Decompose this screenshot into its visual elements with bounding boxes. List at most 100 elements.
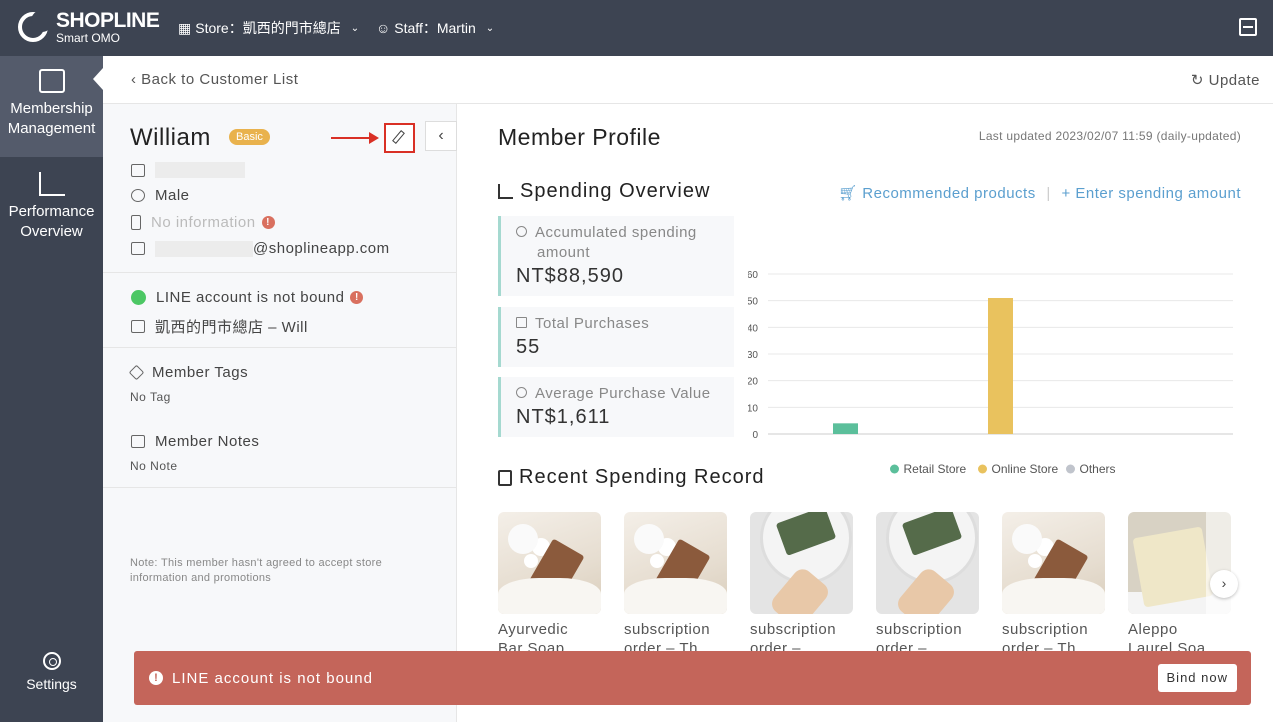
member-info-panel: William Basic ‹ Male No information ! @s… [103,104,457,722]
product-name: subscription order – [750,620,853,654]
product-card[interactable]: subscription order – Th [624,512,727,654]
update-label: Update [1208,72,1260,89]
store-selector[interactable]: ▦ Store：凱西的門市總店 ⌄ [178,18,359,38]
sidebar-item-settings[interactable]: Settings [0,652,103,692]
last-updated: Last updated 2023/02/07 11:59 (daily-upd… [978,129,1241,143]
active-indicator [93,68,103,90]
cart-icon: 🛒︎ [838,185,858,202]
scan-icon[interactable] [1239,18,1257,36]
update-button[interactable]: ↻ Update [1191,71,1260,89]
annotation-arrow [331,137,371,139]
line-icon [131,290,146,305]
stat-label-line: amount [537,244,591,261]
store-icon [131,320,145,333]
pencil-icon [392,130,405,144]
gear-icon [42,652,61,670]
product-image [750,512,853,614]
y-tick-label: 10 [748,403,758,414]
edit-member-button[interactable] [384,123,415,153]
stat-label-line: Accumulated spending [535,224,697,241]
image-detail [634,524,664,554]
product-card[interactable]: subscription order – [876,512,979,654]
stat-card-accumulated: Accumulated spending amount NT$88,590 [498,216,734,296]
product-name: subscription order – Th [624,620,727,654]
product-image [1002,512,1105,614]
annotation-arrow-head [369,132,379,144]
member-profile-panel: Member Profile Last updated 2023/02/07 1… [458,104,1273,722]
product-card[interactable]: subscription order – [750,512,853,654]
product-image [498,512,601,614]
sidebar: Membership Management Performance Overvi… [0,56,103,722]
sidebar-item-performance[interactable]: Performance Overview [0,157,103,258]
carousel-next-button[interactable]: › [1210,570,1238,598]
legend-label: Online Store [992,462,1059,476]
chevron-left-icon: ‹ [438,127,444,144]
product-name-line: subscription [876,621,963,638]
email-row: @shoplineapp.com [131,240,390,257]
staff-label: Staff：Martin [394,20,476,36]
y-tick-label: 60 [748,270,758,281]
member-notes-value: No Note [130,459,178,473]
chart-icon [498,184,513,199]
product-card[interactable]: subscription order – Th [1002,512,1105,654]
product-name: Ayurvedic Bar Soap [498,620,601,654]
store-icon: ▦ [178,19,192,36]
gender-row: Male [131,187,190,204]
logo-text: SHOPLINE [56,9,160,32]
product-image [624,512,727,614]
tag-icon [128,364,145,381]
product-name: subscription order – [876,620,979,654]
gender-value: Male [155,187,190,204]
spending-overview-title: Spending Overview [498,180,710,203]
product-card[interactable]: Ayurvedic Bar Soap [498,512,601,654]
collapse-panel-button[interactable]: ‹ [425,121,457,151]
store-staff-value: 凱西的門市總店 – Will [155,319,308,336]
bar-retail-store [833,423,858,434]
back-to-customer-list-link[interactable]: ‹ Back to Customer List [131,71,298,88]
recent-spending-label: Recent Spending Record [519,466,765,488]
legend-label: Others [1080,462,1116,476]
y-tick-label: 40 [748,323,758,334]
spending-chart: 0 10 20 30 40 50 60 Retail Store Online Store Oth… [747,262,1253,492]
chart-icon [38,172,65,196]
line-status-row: LINE account is not bound ! [131,289,364,306]
sidebar-item-membership[interactable]: Membership Management [0,56,103,157]
member-tags-label: Member Tags [152,364,249,381]
phone-value: No information [151,214,256,231]
stat-label-line: Average Purchase Value [535,385,711,402]
bar-online-store [988,298,1013,434]
sidebar-item-label: Overview [20,223,83,240]
stat-label: Total Purchases [516,314,649,334]
divider [103,347,457,348]
chevron-left-icon: ‹ [131,71,137,88]
line-status: LINE account is not bound [156,289,345,306]
staff-selector[interactable]: ☺ Staff：Martin ⌄ [376,18,494,38]
y-tick-label: 30 [748,350,758,361]
enter-spending-link[interactable]: + Enter spending amount [1061,185,1241,202]
stat-value: NT$1,611 [516,406,611,428]
spending-overview-label: Spending Overview [520,180,711,202]
top-bar: SHOPLINE Smart OMO ▦ Store：凱西的門市總店 ⌄ ☺ S… [0,0,1273,56]
logo-subtext: Smart OMO [56,31,121,45]
recommended-products-link[interactable]: Recommended products [862,185,1035,202]
product-name-line: Aleppo [1128,621,1178,638]
note-icon [131,435,145,448]
member-tags-title[interactable]: Member Tags [128,364,249,381]
coin-icon [516,387,527,398]
carousel-fade [1206,512,1236,614]
email-suffix: @shoplineapp.com [253,240,390,257]
chevron-down-icon: ⌄ [485,22,495,34]
member-notes-title[interactable]: Member Notes [131,433,259,450]
consent-note: Note: This member hasn't agreed to accep… [130,557,383,584]
warning-icon: ! [261,216,275,229]
y-tick-label: 20 [748,377,758,388]
divider [103,272,457,273]
back-link-label: Back to Customer List [141,71,299,88]
legend-swatch [890,464,899,474]
overview-links: 🛒︎ Recommended products | + Enter spendi… [838,184,1241,202]
bind-now-button[interactable]: Bind now [1157,664,1237,692]
legend-swatch [978,464,987,474]
member-tags-value: No Tag [130,390,171,404]
image-detail [624,578,727,614]
logo-mark-icon [18,10,53,42]
